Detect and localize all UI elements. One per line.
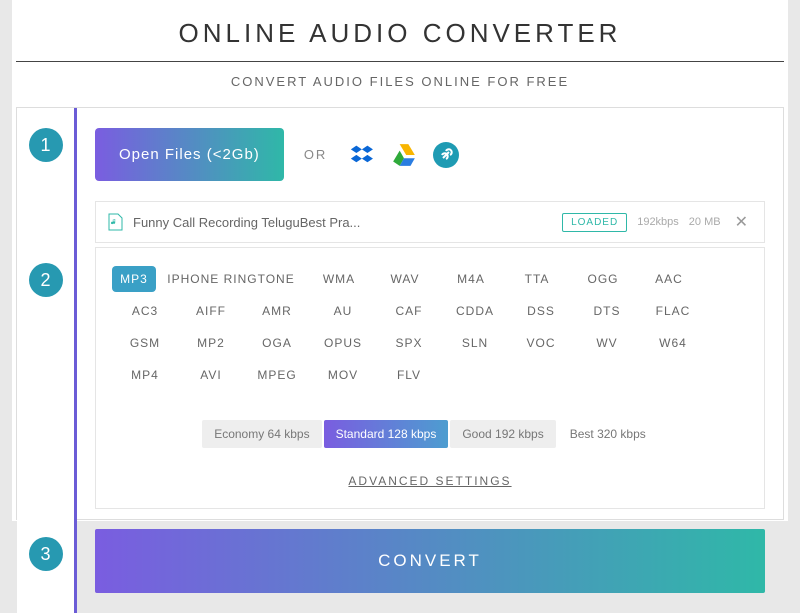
uploaded-file-row: Funny Call Recording TeluguBest Pra... L…: [95, 201, 765, 243]
format-option-m4a[interactable]: M4A: [438, 266, 504, 292]
step-3: 3 CONVERT: [17, 509, 783, 613]
step-1-body: Open Files (<2Gb) OR: [77, 108, 783, 247]
page-subtitle: CONVERT AUDIO FILES ONLINE FOR FREE: [12, 62, 788, 101]
advanced-settings-link[interactable]: ADVANCED SETTINGS: [348, 474, 511, 488]
step-badge-3: 3: [29, 537, 63, 571]
format-option-dts[interactable]: DTS: [574, 298, 640, 324]
file-name: Funny Call Recording TeluguBest Pra...: [133, 215, 552, 230]
quality-option-3[interactable]: Best 320 kbps: [558, 420, 658, 448]
file-size: 20 MB: [689, 216, 721, 228]
format-option-ac3[interactable]: AC3: [112, 298, 178, 324]
format-option-iphone-ringtone[interactable]: IPHONE RINGTONE: [156, 266, 306, 292]
format-option-dss[interactable]: DSS: [508, 298, 574, 324]
google-drive-icon[interactable]: [389, 140, 419, 170]
format-option-wav[interactable]: WAV: [372, 266, 438, 292]
format-grid: MP3IPHONE RINGTONEWMAWAVM4ATTAOGGAACAC3A…: [95, 247, 765, 404]
quality-option-1[interactable]: Standard 128 kbps: [324, 420, 449, 448]
step-number-col: 1: [17, 108, 77, 247]
format-option-au[interactable]: AU: [310, 298, 376, 324]
format-option-caf[interactable]: CAF: [376, 298, 442, 324]
format-option-aac[interactable]: AAC: [636, 266, 702, 292]
format-option-mp3[interactable]: MP3: [112, 266, 156, 292]
format-option-opus[interactable]: OPUS: [310, 330, 376, 356]
step-number-col: 2: [17, 247, 77, 509]
convert-button[interactable]: CONVERT: [95, 529, 765, 593]
format-option-amr[interactable]: AMR: [244, 298, 310, 324]
format-option-mov[interactable]: MOV: [310, 362, 376, 388]
format-option-gsm[interactable]: GSM: [112, 330, 178, 356]
format-option-aiff[interactable]: AIFF: [178, 298, 244, 324]
format-option-sln[interactable]: SLN: [442, 330, 508, 356]
format-option-cdda[interactable]: CDDA: [442, 298, 508, 324]
format-option-flv[interactable]: FLV: [376, 362, 442, 388]
step-2-body: MP3IPHONE RINGTONEWMAWAVM4ATTAOGGAACAC3A…: [77, 247, 783, 509]
format-option-voc[interactable]: VOC: [508, 330, 574, 356]
format-option-ogg[interactable]: OGG: [570, 266, 636, 292]
dropbox-icon[interactable]: [347, 140, 377, 170]
format-option-flac[interactable]: FLAC: [640, 298, 706, 324]
step-number-col: 3: [17, 509, 77, 613]
open-files-button[interactable]: Open Files (<2Gb): [95, 128, 284, 181]
main-panel: 1 Open Files (<2Gb) OR: [16, 107, 784, 520]
quality-row: Economy 64 kbpsStandard 128 kbpsGood 192…: [95, 404, 765, 456]
format-option-w64[interactable]: W64: [640, 330, 706, 356]
format-option-mpeg[interactable]: MPEG: [244, 362, 310, 388]
format-option-mp4[interactable]: MP4: [112, 362, 178, 388]
or-label: OR: [304, 147, 328, 162]
file-bitrate: 192kbps: [637, 216, 679, 228]
step-2: 2 MP3IPHONE RINGTONEWMAWAVM4ATTAOGGAAC AC…: [17, 247, 783, 509]
format-option-spx[interactable]: SPX: [376, 330, 442, 356]
cloud-source-icons: [347, 140, 461, 170]
advanced-settings-row: ADVANCED SETTINGS: [95, 456, 765, 509]
step-1: 1 Open Files (<2Gb) OR: [17, 108, 783, 247]
format-option-oga[interactable]: OGA: [244, 330, 310, 356]
remove-file-button[interactable]: ✕: [731, 212, 752, 232]
url-link-icon[interactable]: [431, 140, 461, 170]
music-file-icon: [108, 213, 123, 231]
format-option-mp2[interactable]: MP2: [178, 330, 244, 356]
app-container: ONLINE AUDIO CONVERTER CONVERT AUDIO FIL…: [12, 0, 788, 521]
format-option-avi[interactable]: AVI: [178, 362, 244, 388]
format-option-tta[interactable]: TTA: [504, 266, 570, 292]
step-badge-1: 1: [29, 128, 63, 162]
format-option-wma[interactable]: WMA: [306, 266, 372, 292]
page-title: ONLINE AUDIO CONVERTER: [12, 0, 788, 61]
open-files-row: Open Files (<2Gb) OR: [77, 108, 783, 201]
file-status-badge: LOADED: [562, 213, 627, 232]
format-option-wv[interactable]: WV: [574, 330, 640, 356]
step-badge-2: 2: [29, 263, 63, 297]
quality-option-0[interactable]: Economy 64 kbps: [202, 420, 321, 448]
step-3-body: CONVERT: [77, 509, 783, 613]
quality-option-2[interactable]: Good 192 kbps: [450, 420, 555, 448]
